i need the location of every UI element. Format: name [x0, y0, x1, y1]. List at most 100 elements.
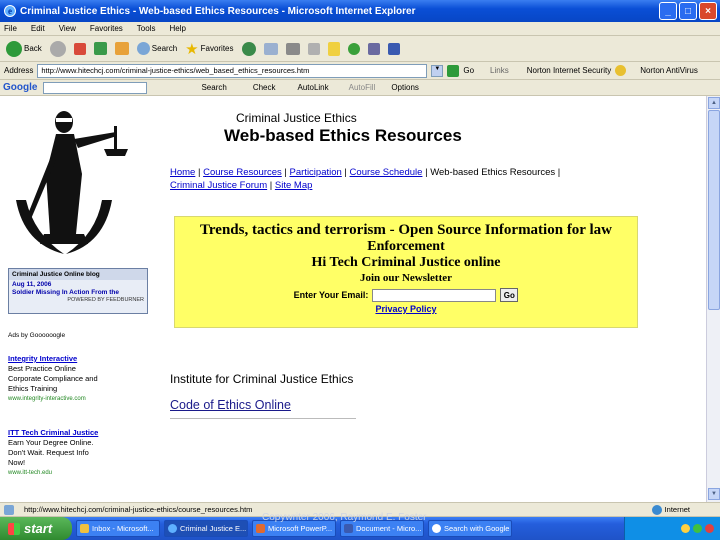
- tray-icon[interactable]: [705, 524, 714, 533]
- blog-heading: Criminal Justice Online blog: [9, 269, 147, 280]
- notes-button[interactable]: [326, 41, 342, 57]
- email-label: Enter Your Email:: [293, 290, 369, 300]
- back-button[interactable]: Back: [4, 40, 44, 58]
- ad-block-1: Integrity Interactive Best Practice Onli…: [8, 354, 98, 404]
- toolbar: Back Search ★ Favorites: [0, 36, 720, 62]
- google-search-input[interactable]: [43, 81, 148, 94]
- mail-button[interactable]: [262, 42, 280, 56]
- task-inbox[interactable]: Inbox - Microsoft...: [76, 520, 160, 537]
- powerpoint-icon: [256, 524, 265, 533]
- favorites-button[interactable]: ★ Favorites: [183, 39, 235, 59]
- word-icon: [387, 42, 400, 55]
- code-of-ethics-link[interactable]: Code of Ethics Online: [170, 398, 291, 412]
- menu-favorites[interactable]: Favorites: [90, 24, 123, 33]
- maximize-button[interactable]: □: [679, 2, 697, 20]
- ad-url[interactable]: www.itt-tech.edu: [8, 468, 118, 478]
- address-dropdown-icon[interactable]: ▼: [431, 64, 444, 77]
- nav-criminal-justice-forum[interactable]: Criminal Justice Forum: [170, 180, 267, 191]
- menu-file[interactable]: File: [4, 24, 17, 33]
- address-url: http://www.hitechcj.com/criminal-justice…: [41, 66, 310, 75]
- search-button[interactable]: Search: [135, 41, 179, 56]
- go-button[interactable]: Go: [463, 66, 474, 75]
- newsletter-go-button[interactable]: Go: [500, 288, 519, 302]
- word-button[interactable]: [386, 42, 402, 56]
- scroll-thumb[interactable]: [708, 110, 720, 310]
- close-button[interactable]: ×: [699, 2, 717, 20]
- notes-icon: [327, 41, 340, 56]
- history-button[interactable]: [240, 41, 258, 57]
- nav-site-map[interactable]: Site Map: [275, 180, 313, 191]
- ad-line: Now!: [8, 458, 26, 467]
- menu-tools[interactable]: Tools: [137, 24, 156, 33]
- blog-entry-link[interactable]: Soldier Missing In Action From the: [9, 289, 147, 296]
- menu-edit[interactable]: Edit: [31, 24, 45, 33]
- google-toolbar: Google Search Check AutoLink AutoFill Op…: [0, 80, 720, 96]
- google-autolink-button[interactable]: AutoLink: [298, 83, 329, 92]
- printer-icon: [285, 42, 300, 55]
- ad-line: Ethics Training: [8, 384, 58, 393]
- google-autofill-button[interactable]: AutoFill: [349, 83, 376, 92]
- word-icon: [344, 524, 353, 533]
- window-title: Criminal Justice Ethics - Web-based Ethi…: [20, 5, 416, 17]
- google-search-button[interactable]: Search: [201, 83, 226, 92]
- banner-join-newsletter: Join our Newsletter: [359, 272, 453, 284]
- privacy-policy-link[interactable]: Privacy Policy: [375, 304, 436, 314]
- vertical-scrollbar[interactable]: ▲ ▼: [706, 96, 720, 502]
- globe-icon: [651, 504, 662, 515]
- messenger-button[interactable]: [346, 42, 362, 56]
- nav-home[interactable]: Home: [170, 167, 195, 178]
- nav-participation[interactable]: Participation: [290, 167, 342, 178]
- forward-button[interactable]: [48, 40, 68, 58]
- refresh-button[interactable]: [92, 41, 109, 56]
- mail-icon: [263, 42, 278, 55]
- home-icon: [114, 42, 129, 55]
- ad-line: Best Practice Online: [8, 364, 76, 373]
- scroll-down-icon[interactable]: ▼: [708, 488, 720, 500]
- edit-icon: [307, 42, 320, 55]
- outlook-icon: [80, 524, 89, 533]
- email-field[interactable]: [372, 288, 497, 302]
- scroll-up-icon[interactable]: ▲: [708, 97, 720, 109]
- menu-view[interactable]: View: [59, 24, 76, 33]
- tray-icon[interactable]: [681, 524, 690, 533]
- ad-title-link[interactable]: ITT Tech Criminal Justice: [8, 428, 118, 438]
- ad-url[interactable]: www.integrity-interactive.com: [8, 394, 98, 404]
- stop-button[interactable]: [72, 42, 88, 56]
- site-title: Criminal Justice Ethics: [236, 111, 357, 125]
- home-button[interactable]: [113, 41, 131, 56]
- start-button[interactable]: start: [0, 517, 72, 540]
- banner-headline: Trends, tactics and terrorism - Open Sou…: [200, 222, 612, 238]
- research-button[interactable]: [366, 42, 382, 56]
- go-arrow-icon[interactable]: [447, 64, 460, 77]
- research-icon: [367, 42, 380, 55]
- task-criminal-justice[interactable]: Criminal Justice E...: [164, 520, 248, 537]
- copyright-overlay: Copywriter 2006, Raymond E. Foster: [262, 512, 427, 523]
- refresh-icon: [93, 42, 107, 55]
- nav-current-page: Web-based Ethics Resources: [430, 167, 556, 178]
- banner-site-name: Hi Tech Criminal Justice online: [311, 255, 501, 270]
- address-input[interactable]: http://www.hitechcj.com/criminal-justice…: [37, 63, 428, 78]
- newsletter-banner: Trends, tactics and terrorism - Open Sou…: [174, 216, 638, 328]
- windows-logo-icon: [8, 522, 20, 535]
- links-label[interactable]: Links: [490, 66, 509, 75]
- back-arrow-icon: [6, 40, 22, 57]
- edit-button[interactable]: [306, 42, 322, 56]
- minimize-button[interactable]: _: [659, 2, 677, 20]
- nav-course-schedule[interactable]: Course Schedule: [350, 167, 423, 178]
- ad-title-link[interactable]: Integrity Interactive: [8, 354, 98, 364]
- ie-icon: e: [4, 5, 16, 17]
- lady-justice-logo: [16, 111, 128, 254]
- google-options-button[interactable]: Options: [391, 83, 419, 92]
- status-zone: Internet: [651, 504, 690, 515]
- menu-help[interactable]: Help: [169, 24, 185, 33]
- nav-course-resources[interactable]: Course Resources: [203, 167, 282, 178]
- ad-line: Corporate Compliance and: [8, 374, 98, 383]
- norton-security-button[interactable]: Norton Internet Security: [527, 66, 611, 75]
- search-icon: [136, 42, 150, 55]
- task-google-search[interactable]: Search with Google: [428, 520, 512, 537]
- norton-antivirus-button[interactable]: Norton AntiVirus: [640, 66, 698, 75]
- print-button[interactable]: [284, 42, 302, 56]
- tray-icon[interactable]: [693, 524, 702, 533]
- stop-icon: [73, 42, 86, 55]
- google-check-button[interactable]: Check: [253, 83, 276, 92]
